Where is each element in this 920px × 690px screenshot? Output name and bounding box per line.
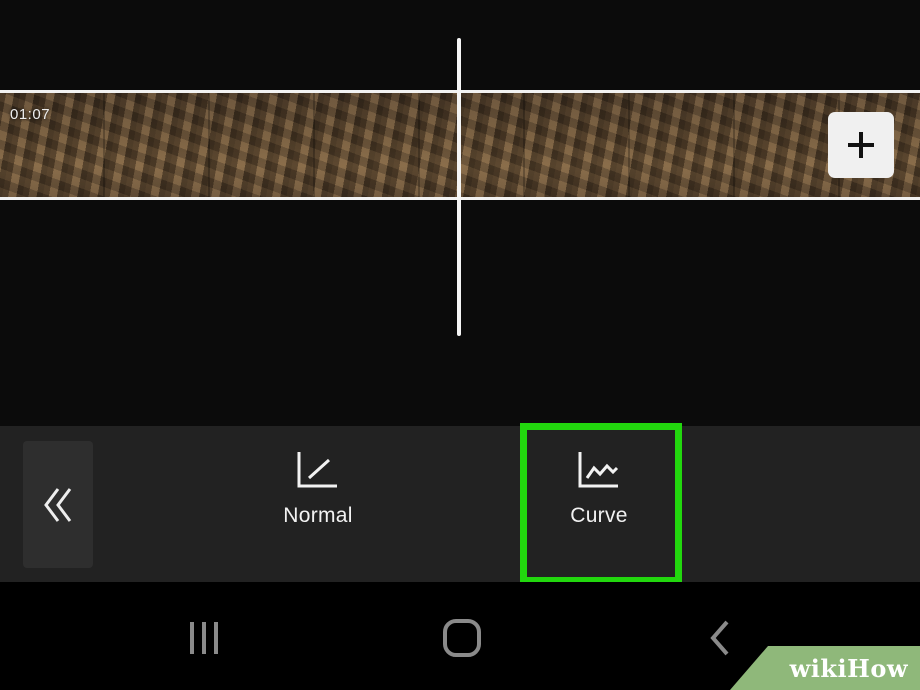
home-button[interactable] bbox=[438, 614, 486, 662]
plus-icon bbox=[848, 132, 874, 158]
curve-highlight bbox=[520, 423, 682, 584]
add-clip-button[interactable] bbox=[828, 112, 894, 178]
recents-icon bbox=[190, 622, 218, 654]
back-button[interactable] bbox=[700, 614, 740, 662]
normal-speed-button[interactable]: Normal bbox=[243, 450, 393, 560]
playhead[interactable] bbox=[457, 38, 461, 336]
double-chevron-left-icon bbox=[44, 487, 72, 522]
speed-toolbar bbox=[0, 426, 920, 582]
normal-speed-icon bbox=[297, 452, 337, 488]
watermark-text: wikiHow bbox=[789, 653, 908, 683]
recents-button[interactable] bbox=[180, 615, 228, 661]
home-icon bbox=[443, 619, 481, 657]
clip-duration: 01:07 bbox=[10, 106, 51, 123]
collapse-button[interactable] bbox=[23, 441, 93, 568]
back-icon bbox=[710, 620, 729, 656]
normal-label: Normal bbox=[283, 504, 353, 527]
